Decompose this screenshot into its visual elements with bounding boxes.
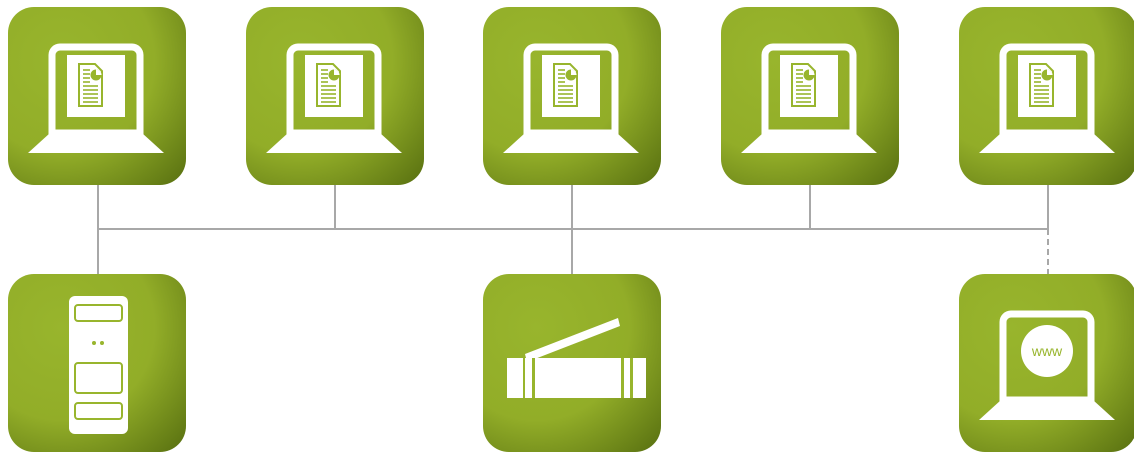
network-diagram-canvas: www	[8, 7, 1134, 452]
server-tower-icon	[68, 295, 129, 435]
network-diagram: www	[0, 0, 1134, 452]
server-node[interactable]	[8, 274, 186, 452]
www-label: www	[1031, 343, 1063, 359]
network-cabling	[97, 185, 1049, 274]
workstation-node-1[interactable]	[8, 7, 186, 185]
workstation-node-5[interactable]	[959, 7, 1134, 185]
workstation-node-4[interactable]	[721, 7, 899, 185]
workstation-node-3[interactable]	[483, 7, 661, 185]
workstation-node-2[interactable]	[246, 7, 424, 185]
web-client-node[interactable]: www	[959, 274, 1134, 452]
scanner-node[interactable]	[483, 274, 661, 452]
